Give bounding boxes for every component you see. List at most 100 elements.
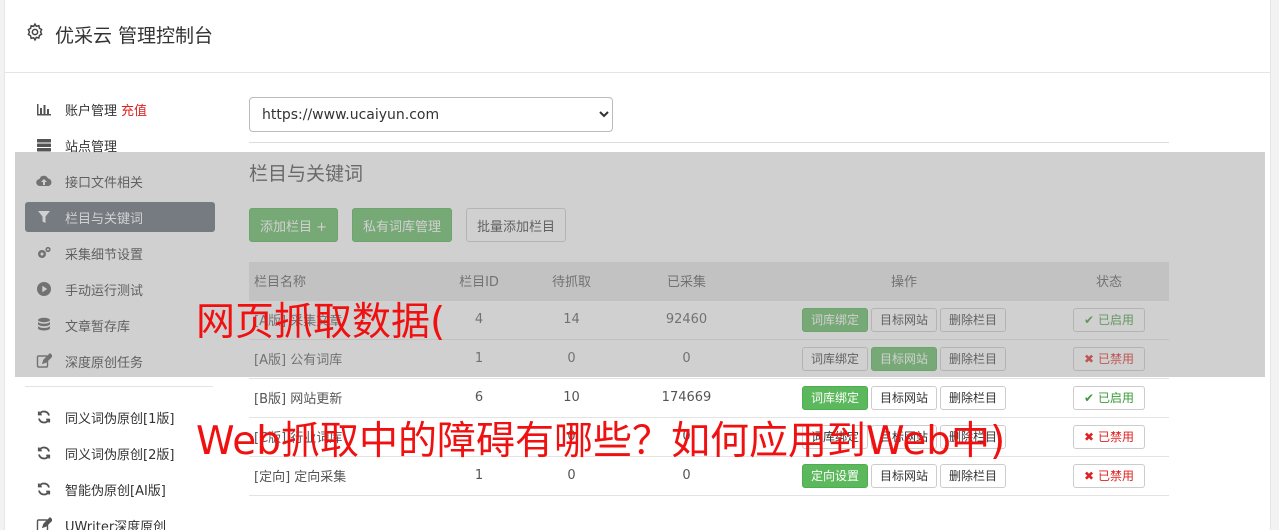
sidebar-item-account[interactable]: 账户管理 充值 (25, 94, 215, 124)
bar-chart-icon (35, 100, 53, 118)
pending-count[interactable]: 0 (529, 338, 614, 378)
sidebar-item-synonym-v1[interactable]: 同义词伪原创[1版] (25, 402, 215, 432)
delete-column-button[interactable]: 删除栏目 (940, 307, 1007, 332)
column-id: 6 (429, 377, 529, 417)
row-status: ✖ 已禁用 (1049, 338, 1169, 378)
column-title: 行业词库 (290, 431, 343, 446)
database-icon (35, 316, 53, 334)
column-name[interactable]: [C版] 行业词库 (249, 416, 429, 456)
status-toggle[interactable]: ✔ 已启用 (1073, 307, 1145, 332)
column-name[interactable]: [B版] 网站更新 (249, 377, 429, 417)
sidebar-item-label: 深度原创任务 (65, 355, 144, 371)
main-content: https://www.ucaiyun.com 栏目与关键词 添加栏目 + 私有… (249, 97, 1169, 496)
status-toggle[interactable]: ✖ 已禁用 (1073, 463, 1145, 488)
sidebar-item-manual-test[interactable]: 手动运行测试 (25, 274, 215, 304)
check-icon: ✔ (1084, 312, 1095, 327)
batch-add-button[interactable]: 批量添加栏目 (466, 208, 567, 242)
row-ops: 词库绑定 目标网站 删除栏目 (759, 377, 1049, 417)
sidebar-item-ai-rewrite[interactable]: 智能伪原创[AI版] (25, 474, 215, 504)
play-circle-icon (35, 280, 53, 298)
private-lexicon-button[interactable]: 私有词库管理 (352, 208, 453, 242)
bind-lexicon-button[interactable]: 词库绑定 (801, 424, 868, 449)
server-icon (35, 136, 53, 154)
target-site-button[interactable]: 目标网站 (870, 385, 937, 410)
recharge-link[interactable]: 充值 (121, 100, 147, 119)
column-tag: [C版] (254, 431, 287, 446)
refresh-icon (35, 408, 53, 426)
target-site-button[interactable]: 目标网站 (870, 307, 937, 332)
delete-column-button[interactable]: 删除栏目 (940, 346, 1007, 371)
header-pending: 待抓取 (529, 262, 614, 300)
cross-icon: ✖ (1084, 468, 1095, 483)
column-id (429, 416, 529, 456)
pending-count[interactable]: 0 (529, 416, 614, 456)
status-label: 已启用 (1097, 313, 1134, 327)
status-label: 已禁用 (1097, 469, 1134, 483)
action-buttons: 添加栏目 + 私有词库管理 批量添加栏目 (249, 208, 1169, 242)
delete-column-button[interactable]: 删除栏目 (940, 424, 1007, 449)
sidebar-item-label: 站点管理 (65, 139, 118, 155)
bind-lexicon-button[interactable]: 词库绑定 (801, 346, 868, 371)
column-name[interactable]: [A版] 公有词库 (249, 338, 429, 378)
direct-settings-button[interactable]: 定向设置 (801, 463, 868, 488)
status-label: 已启用 (1097, 391, 1134, 405)
bind-lexicon-button[interactable]: 词库绑定 (801, 385, 868, 410)
target-site-button[interactable]: 目标网站 (870, 346, 937, 371)
refresh-icon (35, 444, 53, 462)
column-name[interactable]: [A版] 采集文章 (249, 299, 429, 339)
sidebar-item-interface[interactable]: 接口文件相关 (25, 166, 215, 196)
status-label: 已禁用 (1097, 352, 1134, 366)
row-ops: 词库绑定 目标网站 删除栏目 (759, 338, 1049, 378)
columns-table: 栏目名称 栏目ID 待抓取 已采集 操作 状态 [A版] 采集文章 4 14 9… (249, 262, 1169, 496)
sidebar-item-uwriter[interactable]: UWriter深度原创 (25, 510, 215, 530)
sidebar: 账户管理 充值 站点管理 接口文件相关 栏目与关键词 采集细节设置 手动运行测试… (25, 94, 215, 530)
page-title: 优采云 管理控制台 (55, 25, 214, 47)
delete-column-button[interactable]: 删除栏目 (940, 385, 1007, 410)
collected-count: 174669 (614, 377, 759, 417)
collected-count: 92460 (614, 299, 759, 339)
status-toggle[interactable]: ✖ 已禁用 (1073, 424, 1145, 449)
row-status: ✔ 已启用 (1049, 377, 1169, 417)
collected-count: 0 (614, 455, 759, 496)
pending-count[interactable]: 14 (529, 299, 614, 339)
pending-count[interactable]: 0 (529, 455, 614, 496)
column-title: 公有词库 (290, 353, 343, 368)
site-select[interactable]: https://www.ucaiyun.com (249, 97, 613, 132)
header-collected: 已采集 (614, 262, 759, 300)
row-status: ✖ 已禁用 (1049, 455, 1169, 496)
header-name: 栏目名称 (249, 262, 429, 300)
sidebar-item-article-store[interactable]: 文章暂存库 (25, 310, 215, 340)
sidebar-item-label: 智能伪原创[AI版] (65, 483, 166, 499)
section-title: 栏目与关键词 (249, 163, 364, 185)
sidebar-item-label: 同义词伪原创[1版] (65, 411, 175, 427)
column-tag: [定向] (254, 470, 291, 485)
column-title: 定向采集 (294, 470, 347, 485)
column-tag: [B版] (254, 392, 287, 407)
sidebar-item-label: UWriter深度原创 (65, 519, 167, 530)
column-tag: [A版] (254, 314, 287, 329)
cross-icon: ✖ (1084, 429, 1095, 444)
pending-count[interactable]: 10 (529, 377, 614, 417)
sidebar-item-columns[interactable]: 栏目与关键词 (25, 202, 215, 232)
row-ops: 定向设置 目标网站 删除栏目 (759, 455, 1049, 496)
bind-lexicon-button[interactable]: 词库绑定 (801, 307, 868, 332)
header-ops: 操作 (759, 262, 1049, 300)
sidebar-item-sites[interactable]: 站点管理 (25, 130, 215, 160)
delete-column-button[interactable]: 删除栏目 (940, 463, 1007, 488)
target-site-button[interactable]: 目标网站 (870, 424, 937, 449)
header: 优采云 管理控制台 (5, 0, 1270, 73)
column-name[interactable]: [定向] 定向采集 (249, 455, 429, 496)
sidebar-item-synonym-v2[interactable]: 同义词伪原创[2版] (25, 438, 215, 468)
sidebar-item-collect-settings[interactable]: 采集细节设置 (25, 238, 215, 268)
row-status: ✖ 已禁用 (1049, 416, 1169, 456)
status-toggle[interactable]: ✔ 已启用 (1073, 385, 1145, 410)
sidebar-item-label: 同义词伪原创[2版] (65, 447, 175, 463)
row-status: ✔ 已启用 (1049, 299, 1169, 339)
target-site-button[interactable]: 目标网站 (870, 463, 937, 488)
column-title: 网站更新 (290, 392, 343, 407)
sidebar-item-deep-original[interactable]: 深度原创任务 (25, 346, 215, 376)
add-column-button[interactable]: 添加栏目 + (249, 208, 339, 242)
collected-count: 0 (614, 338, 759, 378)
status-toggle[interactable]: ✖ 已禁用 (1073, 346, 1145, 371)
cloud-upload-icon (35, 172, 53, 190)
